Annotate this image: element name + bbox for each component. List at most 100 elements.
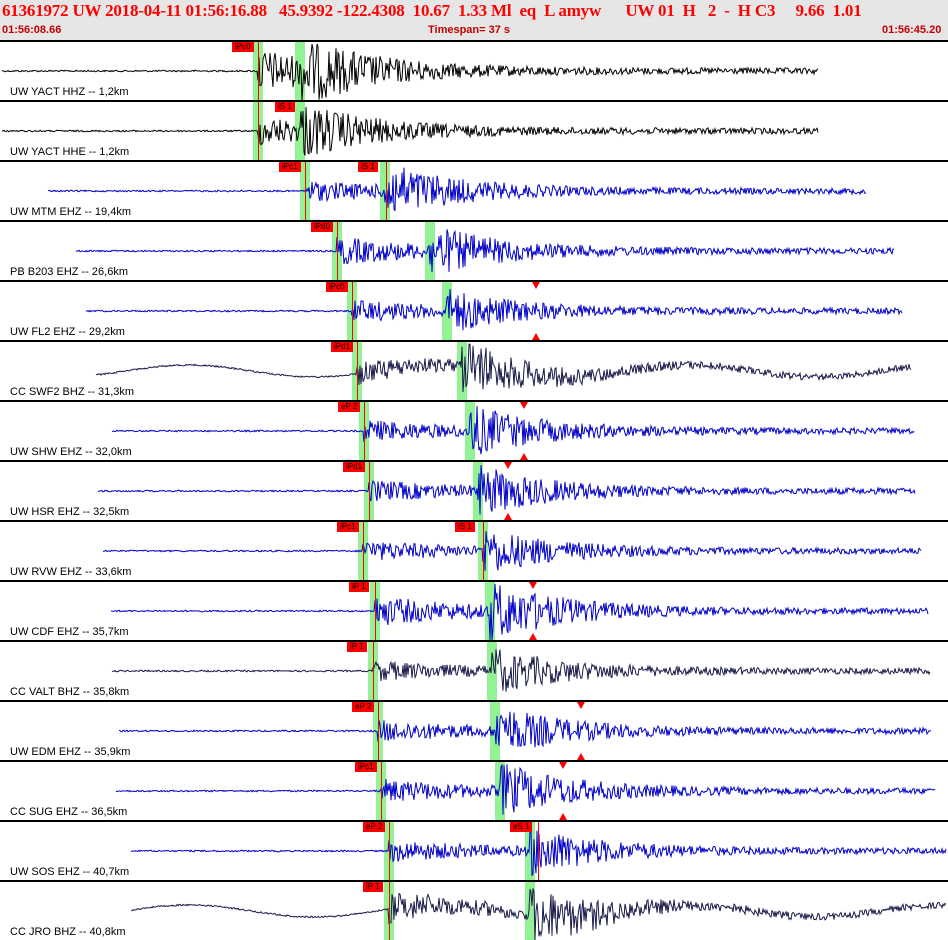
p-pick-tag[interactable]: iPc1 [279, 162, 301, 172]
s-pick-tag[interactable]: iS 1 [358, 162, 378, 172]
p-pick-tag[interactable]: iP 1 [347, 642, 367, 652]
start-time: 01:56:08.66 [2, 24, 62, 36]
trace-row[interactable]: iPc1 iS 1 UW MTM EHZ -- 19,4km [0, 160, 948, 220]
p-pick-line[interactable] [364, 402, 365, 460]
waveform-line [102, 530, 922, 571]
waveform-line [75, 229, 895, 273]
p-pick-tag[interactable]: eP 2 [338, 402, 361, 412]
station-label: UW CDF EHZ -- 35,7km [10, 626, 129, 638]
p-pick-tag[interactable]: iP 1 [363, 882, 383, 892]
trace-row[interactable]: iS 1 UW YACT HHE -- 1,2km [0, 100, 948, 160]
trace-row[interactable]: iPc1 CC SUG EHZ -- 36,5km [0, 760, 948, 820]
s-pick-tag[interactable]: eS 1 [510, 822, 533, 832]
p-pick-line[interactable] [381, 762, 382, 820]
amplitude-marker-top [520, 402, 528, 409]
waveform [115, 763, 936, 815]
p-pick-line[interactable] [258, 102, 259, 160]
waveform [110, 583, 929, 640]
timespan: Timespan= 37 s [428, 24, 511, 36]
trace-row[interactable]: iP 1 CC VALT BHZ -- 35,8km [0, 640, 948, 700]
end-time: 01:56:45.20 [882, 24, 942, 36]
amplitude-marker-bottom [504, 513, 512, 520]
p-pick-line[interactable] [363, 522, 364, 580]
waveform-line [130, 888, 947, 940]
p-pick-line[interactable] [373, 642, 374, 700]
station-label: UW HSR EHZ -- 32,5km [10, 506, 130, 518]
trace-row[interactable]: iPd0 PB B203 EHZ -- 26,6km [0, 220, 948, 280]
p-pick-tag[interactable]: iPd1 [343, 462, 366, 472]
waveform-line [111, 406, 915, 455]
waveform-line [97, 465, 916, 515]
p-pick-tag[interactable]: iS 1 [275, 102, 295, 112]
trace-row[interactable]: iPd1 UW HSR EHZ -- 32,5km [0, 460, 948, 520]
waveform [85, 288, 903, 331]
trace-row[interactable]: iPc1 iS 1 UW RVW EHZ -- 33,6km [0, 520, 948, 580]
p-pick-line[interactable] [337, 222, 338, 280]
p-pick-line[interactable] [357, 342, 358, 400]
p-pick-line[interactable] [375, 582, 376, 640]
trace-row[interactable]: iP 1 UW CDF EHZ -- 35,7km [0, 580, 948, 640]
waveform [97, 465, 916, 515]
trace-row[interactable]: iP 1 CC JRO BHZ -- 40,8km [0, 880, 948, 940]
waveform [130, 888, 947, 940]
event-summary: 61361972 UW 2018-04-11 01:56:16.88 45.93… [2, 1, 862, 20]
trace-row[interactable]: eP 2 UW SHW EHZ -- 32,0km [0, 400, 948, 460]
amplitude-marker-bottom [577, 753, 585, 760]
station-label: UW MTM EHZ -- 19,4km [10, 206, 131, 218]
p-pick-tag[interactable]: iPc1 [355, 762, 377, 772]
p-pick-line[interactable] [389, 882, 390, 940]
waveform-line [110, 583, 929, 640]
station-label: UW EDM EHZ -- 35,9km [10, 746, 131, 758]
p-pick-tag[interactable]: iPc1 [337, 522, 359, 532]
amplitude-marker-top [577, 702, 585, 709]
waveform-line [95, 343, 912, 393]
waveform [95, 343, 912, 393]
trace-row[interactable]: iPc0 UW YACT HHZ -- 1,2km [0, 40, 948, 100]
waveform [1, 106, 819, 156]
amplitude-marker-top [529, 582, 537, 589]
p-pick-line[interactable] [369, 462, 370, 520]
station-label: CC VALT BHZ -- 35,8km [10, 686, 130, 698]
p-pick-line[interactable] [389, 822, 390, 880]
p-pick-tag[interactable]: iPd1 [331, 342, 354, 352]
amplitude-marker-bottom [559, 813, 567, 820]
s-pick-tag[interactable]: iS 1 [455, 522, 475, 532]
p-pick-tag[interactable]: iP 1 [349, 582, 369, 592]
amplitude-marker-top [532, 282, 540, 289]
p-pick-line[interactable] [352, 282, 353, 340]
amplitude-marker-top [559, 762, 567, 769]
p-pick-line[interactable] [378, 702, 379, 760]
waveform [111, 649, 931, 692]
waveform [1, 43, 819, 100]
trace-row[interactable]: eP 2 UW EDM EHZ -- 35,9km [0, 700, 948, 760]
s-pick-line[interactable] [386, 162, 387, 220]
trace-row[interactable]: eP 2 eS 1 UW SOS EHZ -- 40,7km [0, 820, 948, 880]
p-pick-tag[interactable]: eP 2 [363, 822, 386, 832]
p-pick-tag[interactable]: iPc0 [326, 282, 348, 292]
waveform [130, 827, 947, 876]
amplitude-marker-bottom [520, 453, 528, 460]
waveform-line [111, 649, 931, 692]
amplitude-marker-bottom [529, 633, 537, 640]
waveform-line [85, 288, 903, 331]
p-pick-tag[interactable]: iPc0 [232, 42, 254, 52]
waveform [111, 406, 915, 455]
waveform [47, 167, 867, 212]
s-pick-line[interactable] [483, 522, 484, 580]
s-pick-line[interactable] [538, 822, 539, 880]
trace-row[interactable]: iPd1 CC SWF2 BHZ -- 31,3km [0, 340, 948, 400]
amplitude-marker-bottom [532, 333, 540, 340]
event-header: 61361972 UW 2018-04-11 01:56:16.88 45.93… [0, 0, 948, 40]
p-pick-tag[interactable]: iPd0 [311, 222, 334, 232]
waveform [75, 229, 895, 273]
waveform [118, 711, 932, 748]
amplitude-marker-top [504, 462, 512, 469]
trace-row[interactable]: iPc0 UW FL2 EHZ -- 29,2km [0, 280, 948, 340]
station-label: PB B203 EHZ -- 26,6km [10, 266, 128, 278]
waveform-line [47, 167, 867, 212]
station-label: UW FL2 EHZ -- 29,2km [10, 326, 125, 338]
p-pick-tag[interactable]: eP 2 [352, 702, 375, 712]
p-pick-line[interactable] [258, 42, 259, 100]
station-label: CC SWF2 BHZ -- 31,3km [10, 386, 135, 398]
p-pick-line[interactable] [305, 162, 306, 220]
